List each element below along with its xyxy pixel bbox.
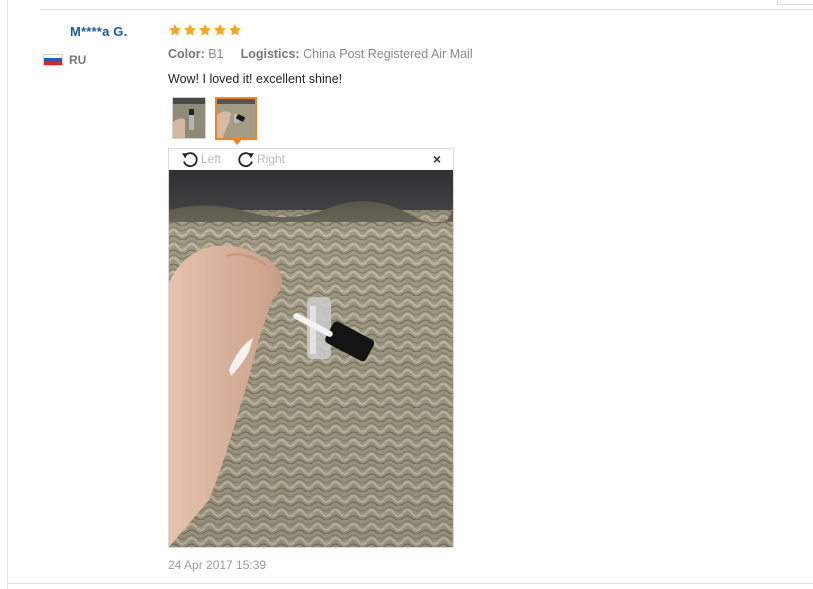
close-icon[interactable]: × [433, 151, 441, 167]
logistics-value: China Post Registered Air Mail [303, 47, 473, 61]
russia-flag-icon [43, 54, 63, 66]
rotate-right-icon [238, 152, 254, 168]
review-date: 24 Apr 2017 15:39 [168, 558, 267, 572]
review-photo-image [169, 170, 453, 547]
thumbnail-image [173, 98, 205, 138]
rotate-right-label: Right [257, 152, 286, 166]
order-attributes: Color: B1 Logistics: China Post Register… [168, 47, 473, 61]
reviewer-name: M****a G. [70, 24, 128, 39]
color-value: B1 [208, 47, 224, 61]
bottom-divider [7, 583, 813, 584]
active-thumbnail-indicator [232, 139, 242, 145]
reviewer-country: RU [69, 53, 87, 67]
logistics-label: Logistics: [240, 47, 300, 61]
star-icon [168, 24, 182, 36]
viewer-toolbar: Left Right × [169, 149, 453, 170]
review-photo-thumbnail[interactable] [172, 97, 206, 139]
rotate-left-button[interactable]: Left [179, 150, 221, 168]
star-rating [168, 23, 242, 37]
left-divider [7, 0, 8, 589]
review-photo [169, 170, 453, 547]
rotate-right-button[interactable]: Right [235, 150, 285, 168]
photo-viewer: Left Right × [168, 148, 454, 548]
review-text: Wow! I loved it! excellent shine! [168, 72, 343, 86]
star-icon [183, 24, 197, 36]
color-label: Color: [168, 47, 205, 61]
top-divider [40, 9, 813, 10]
corner-control [777, 0, 813, 5]
thumbnail-image [217, 99, 255, 138]
star-icon [228, 24, 242, 36]
rotate-left-label: Left [201, 152, 222, 166]
review-photo-thumbnail-active[interactable] [215, 97, 257, 140]
rotate-left-icon [182, 152, 198, 168]
star-icon [213, 24, 227, 36]
star-icon [198, 24, 212, 36]
